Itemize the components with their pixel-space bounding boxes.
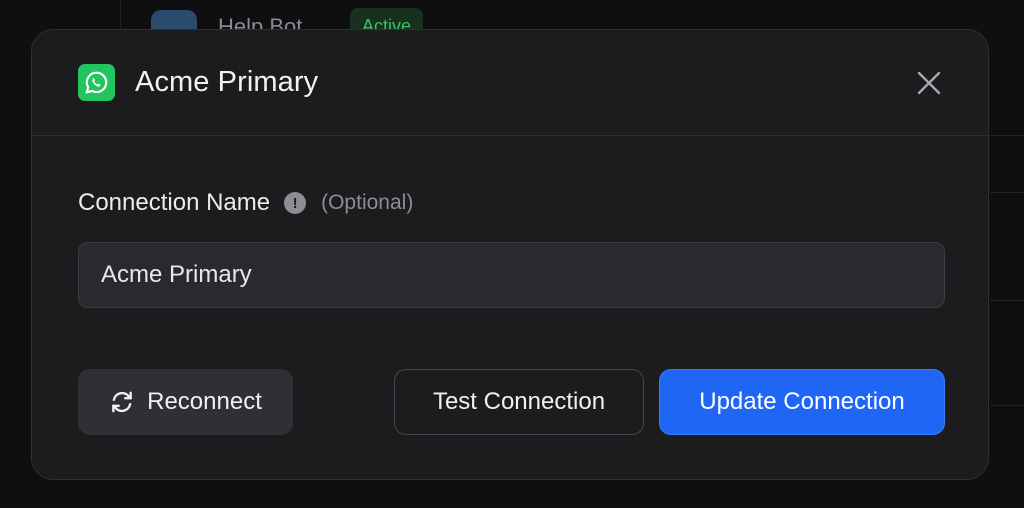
test-connection-button[interactable]: Test Connection [394, 369, 644, 435]
modal-header: Acme Primary [32, 30, 988, 136]
info-icon[interactable]: ! [284, 192, 307, 214]
close-icon [917, 71, 941, 94]
reconnect-label: Reconnect [147, 388, 262, 415]
refresh-icon [109, 389, 135, 415]
background-divider [990, 135, 1024, 136]
connection-name-label-row: Connection Name ! (Optional) [78, 188, 943, 218]
close-button[interactable] [914, 68, 944, 98]
connection-name-label: Connection Name [78, 189, 271, 216]
update-connection-button[interactable]: Update Connection [659, 369, 945, 435]
test-connection-label: Test Connection [432, 388, 606, 415]
connection-name-input[interactable] [78, 242, 945, 308]
modal-title: Acme Primary [135, 66, 319, 98]
background-divider [990, 192, 1024, 193]
whatsapp-icon [78, 64, 115, 101]
edit-connection-modal: Acme Primary Connection Name ! (Optional… [31, 29, 989, 480]
update-connection-label: Update Connection [699, 388, 905, 415]
whatsapp-glyph-icon [85, 71, 108, 94]
background-divider [990, 405, 1024, 406]
modal-body: Connection Name ! (Optional) [32, 136, 988, 308]
background-divider [990, 300, 1024, 301]
modal-actions: Reconnect Test Connection Update Connect… [78, 369, 945, 435]
reconnect-button[interactable]: Reconnect [78, 369, 293, 435]
optional-hint: (Optional) [321, 191, 414, 214]
